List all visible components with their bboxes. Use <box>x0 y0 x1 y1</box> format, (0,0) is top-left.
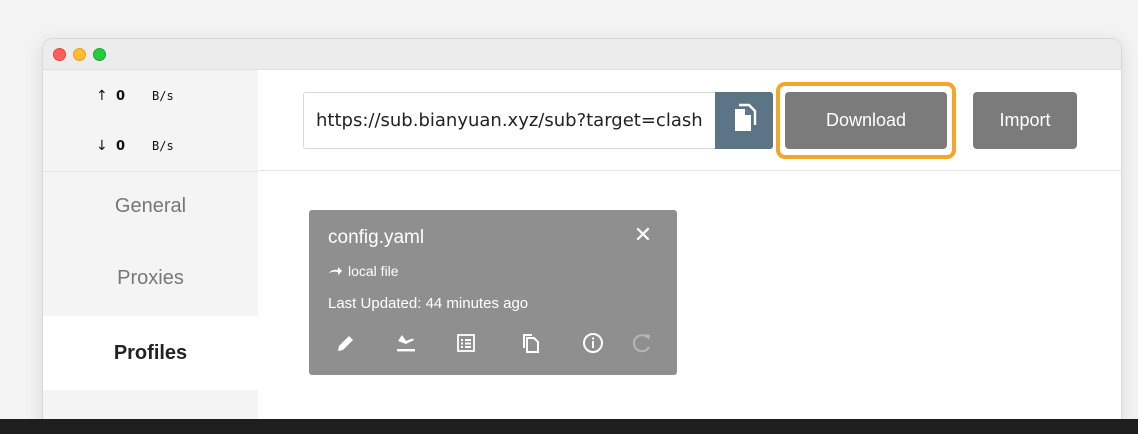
profile-type: local file <box>328 263 399 279</box>
main-panel: Download Import config.yaml ✕ local file… <box>258 70 1121 434</box>
edit-icon[interactable] <box>333 330 359 356</box>
sidebar-item-proxies[interactable]: Proxies <box>43 244 258 316</box>
title-bar <box>43 39 1121 70</box>
sidebar-item-label: Profiles <box>113 341 188 364</box>
bottom-bar <box>0 419 1138 434</box>
sidebar-item-label: General <box>114 194 187 217</box>
window-close-button[interactable] <box>53 48 66 61</box>
upload-speed: ↑ 0 B/s <box>96 86 174 106</box>
profile-card[interactable]: config.yaml ✕ local file Last Updated: 4… <box>309 210 677 375</box>
import-button[interactable]: Import <box>973 92 1077 149</box>
arrow-right-icon <box>328 263 342 279</box>
upload-arrow-icon: ↑ <box>96 88 108 104</box>
profile-actions <box>309 325 677 361</box>
upload-value: 0 <box>116 88 126 104</box>
download-arrow-icon: ↓ <box>96 138 108 154</box>
update-icon[interactable] <box>393 330 419 356</box>
profile-updated: Last Updated: 44 minutes ago <box>328 295 529 312</box>
log-icon[interactable] <box>453 330 479 356</box>
paste-icon <box>731 103 757 138</box>
sidebar: General Proxies Profiles <box>43 70 258 434</box>
download-speed: ↓ 0 B/s <box>96 136 174 156</box>
download-unit: B/s <box>152 139 174 153</box>
info-icon[interactable] <box>580 330 606 356</box>
sidebar-item-label: Proxies <box>117 266 184 289</box>
window-minimize-button[interactable] <box>73 48 86 61</box>
upload-unit: B/s <box>152 89 174 103</box>
subscription-url-input[interactable] <box>303 92 715 149</box>
window-maximize-button[interactable] <box>93 48 106 61</box>
sidebar-item-general[interactable]: General <box>43 172 258 244</box>
profile-toolbar: Download Import <box>258 70 1121 171</box>
copy-icon[interactable] <box>517 330 543 356</box>
download-button[interactable]: Download <box>785 92 947 149</box>
refresh-icon[interactable] <box>629 330 655 356</box>
sidebar-item-profiles[interactable]: Profiles <box>43 316 258 390</box>
paste-button[interactable] <box>715 92 773 149</box>
download-value: 0 <box>116 138 126 154</box>
profile-name: config.yaml <box>328 227 425 248</box>
close-icon[interactable]: ✕ <box>631 222 655 247</box>
app-window: General Proxies Profiles Download <box>42 38 1122 434</box>
profile-type-label: local file <box>348 263 399 279</box>
